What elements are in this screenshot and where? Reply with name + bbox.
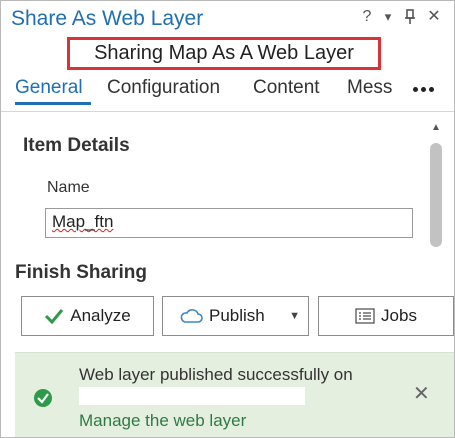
- tab-configuration[interactable]: Configuration: [107, 75, 220, 105]
- callout-label: Sharing Map As A Web Layer: [67, 37, 381, 70]
- jobs-button[interactable]: Jobs: [318, 296, 454, 336]
- scroll-up-icon[interactable]: ▲: [428, 121, 444, 135]
- help-button[interactable]: ?: [358, 5, 376, 29]
- success-check-icon: [34, 389, 52, 407]
- list-icon: [355, 308, 375, 324]
- active-tab-indicator: [15, 102, 91, 105]
- scrollbar-thumb[interactable]: [430, 143, 442, 247]
- tab-divider: [1, 111, 454, 112]
- close-pane-button[interactable]: ✕: [425, 5, 443, 29]
- analyze-button[interactable]: Analyze: [21, 296, 154, 336]
- cloud-icon: [180, 309, 203, 323]
- name-value: Map_ftn: [52, 212, 114, 231]
- publish-button[interactable]: Publish ▼: [162, 296, 309, 336]
- checkmark-icon: [45, 309, 64, 324]
- pin-button[interactable]: [401, 5, 419, 29]
- tab-messages[interactable]: Mess: [347, 75, 392, 105]
- item-details-heading: Item Details: [23, 135, 130, 156]
- jobs-label: Jobs: [381, 306, 417, 325]
- chevron-down-icon[interactable]: ▼: [289, 297, 300, 335]
- analyze-label: Analyze: [70, 306, 131, 325]
- name-input[interactable]: Map_ftn: [45, 208, 413, 238]
- name-label: Name: [47, 179, 90, 196]
- tab-general[interactable]: General: [15, 75, 83, 105]
- share-as-web-layer-pane: Share As Web Layer ? ▾ ✕ Sharing Map As …: [0, 0, 455, 438]
- more-tabs-icon[interactable]: [413, 79, 437, 97]
- pane-menu-button[interactable]: ▾: [379, 5, 397, 29]
- dismiss-banner-button[interactable]: ✕: [413, 381, 430, 406]
- manage-web-layer-link[interactable]: Manage the web layer: [79, 411, 246, 431]
- redacted-url: [79, 387, 305, 405]
- success-banner: Web layer published successfully on Mana…: [15, 352, 454, 437]
- publish-label: Publish: [209, 306, 265, 325]
- pin-icon: [405, 9, 415, 24]
- banner-message: Web layer published successfully on: [79, 365, 353, 384]
- pane-title: Share As Web Layer: [11, 7, 204, 30]
- tab-content[interactable]: Content: [253, 75, 320, 105]
- finish-sharing-heading: Finish Sharing: [15, 262, 147, 283]
